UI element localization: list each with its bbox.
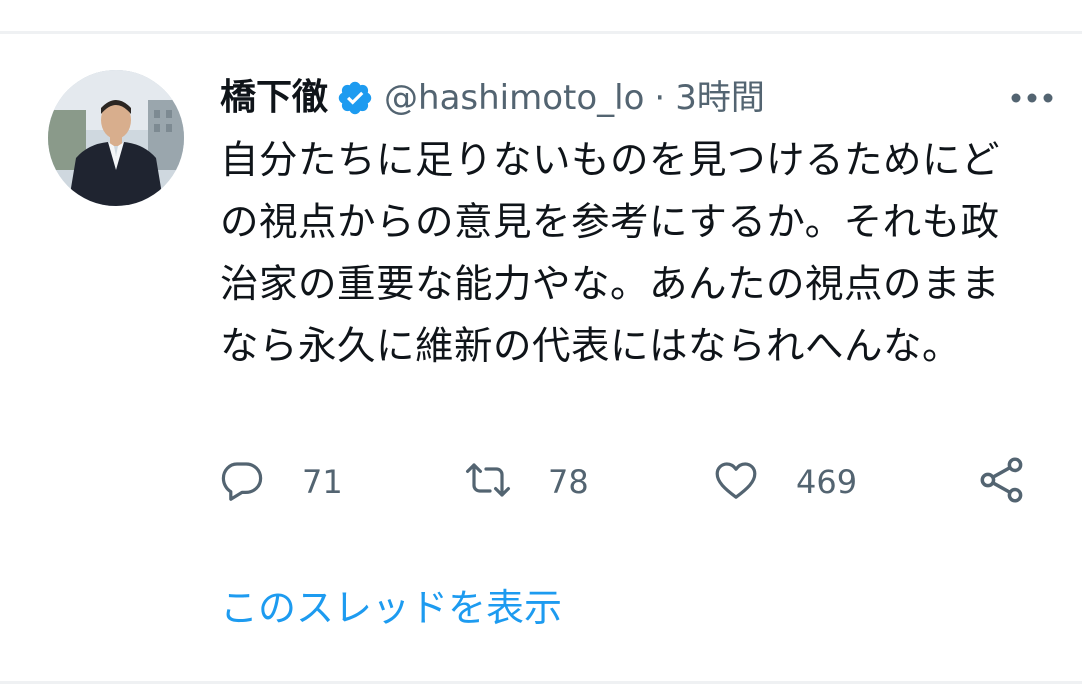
retweet-button[interactable]: 78	[464, 454, 589, 510]
reply-count: 71	[302, 463, 343, 501]
tweet-header: 橋下徹 @hashimoto_lo · 3時間	[220, 74, 1060, 122]
verified-badge-icon	[336, 79, 374, 117]
avatar-image	[48, 70, 184, 206]
like-button[interactable]: 469	[712, 454, 857, 510]
display-name[interactable]: 橋下徹	[220, 74, 328, 122]
tweet-text: 自分たちに足りないものを見つけるためにどの視点からの意見を参考にするか。それも政…	[220, 138, 1001, 369]
like-count: 469	[796, 463, 858, 501]
tweet-actions: 71 78 469	[218, 454, 1038, 510]
reply-icon	[218, 456, 266, 508]
bottom-divider	[0, 681, 1082, 684]
share-button[interactable]	[976, 454, 1028, 510]
retweet-icon	[464, 456, 512, 508]
tweet[interactable]: 橋下徹 @hashimoto_lo · 3時間 自分たちに足りないものを見つける…	[0, 34, 1082, 681]
timestamp[interactable]: 3時間	[675, 74, 765, 122]
retweet-count: 78	[548, 463, 589, 501]
avatar[interactable]	[48, 70, 184, 206]
heart-icon	[712, 456, 760, 508]
share-icon	[976, 454, 1028, 510]
user-handle[interactable]: @hashimoto_lo	[384, 74, 644, 122]
separator-dot: ·	[654, 78, 666, 118]
reply-button[interactable]: 71	[218, 454, 343, 510]
more-dots-icon[interactable]	[1004, 74, 1060, 122]
show-thread-link[interactable]: このスレッドを表示	[220, 580, 562, 636]
